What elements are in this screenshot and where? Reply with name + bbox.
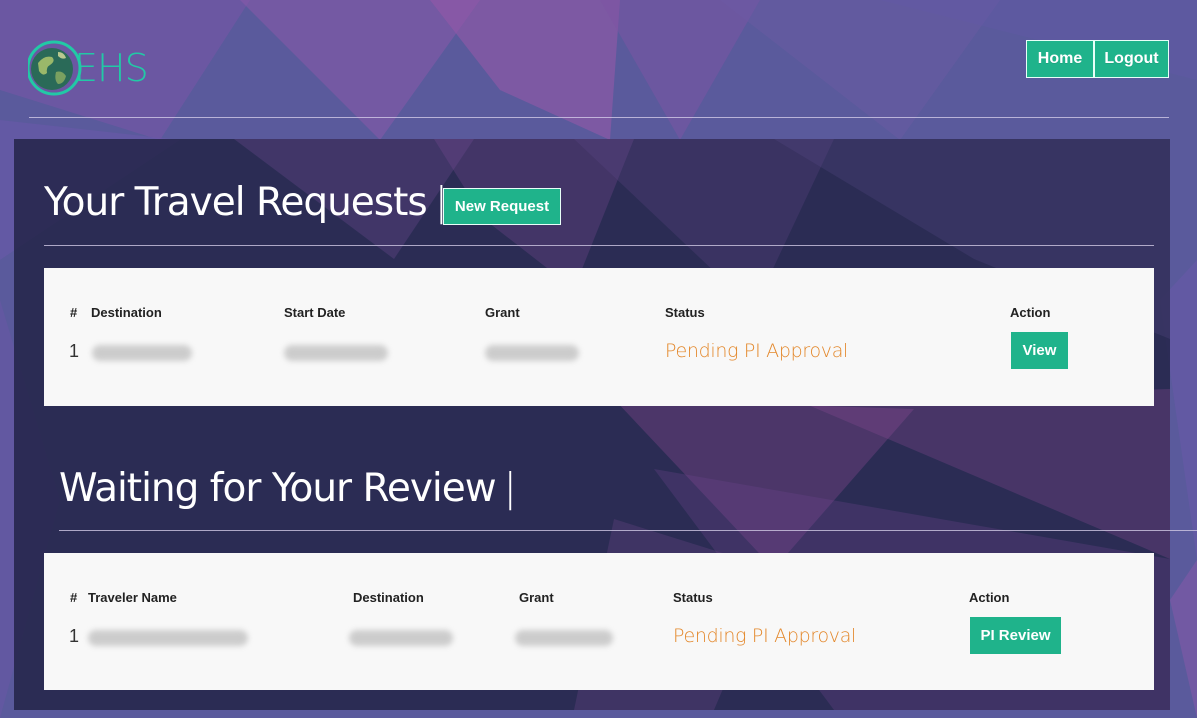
travel-requests-title: Your Travel Requests | [44,180,448,225]
column-header-start-date: Start Date [284,305,346,320]
review-table: # Traveler Name Destination Grant Status… [44,553,1154,690]
top-nav: Home Logout [1026,40,1169,78]
column-header-status: Status [673,590,713,605]
column-header-destination: Destination [91,305,162,320]
redacted-destination [92,345,192,361]
status-text: Pending PI Approval [665,340,849,362]
redacted-destination [349,630,453,646]
travel-requests-title-text: Your Travel Requests [44,180,428,225]
column-header-number: # [70,305,78,320]
section-divider [59,530,1197,531]
status-text: Pending PI Approval [673,625,857,647]
column-header-grant: Grant [485,305,520,320]
column-header-number: # [70,590,78,605]
logout-button[interactable]: Logout [1094,40,1169,78]
section-divider [44,245,1154,246]
column-header-status: Status [665,305,705,320]
row-number: 1 [69,626,80,646]
column-header-action: Action [1010,305,1051,320]
ehs-logo[interactable]: EHS [26,38,149,100]
travel-requests-table: # Destination Start Date Grant Status Ac… [44,268,1154,406]
column-header-grant: Grant [519,590,554,605]
column-header-traveler-name: Traveler Name [88,590,177,605]
pi-review-button[interactable]: PI Review [970,617,1061,654]
header-divider [29,117,1169,118]
column-header-destination: Destination [353,590,424,605]
logo-text: EHS [74,46,149,90]
new-request-button[interactable]: New Request [443,188,561,225]
redacted-grant [515,630,613,646]
title-separator: | [503,466,517,511]
redacted-grant [485,345,579,361]
redacted-traveler-name [88,630,248,646]
row-number: 1 [69,341,80,361]
column-header-action: Action [969,590,1010,605]
home-button[interactable]: Home [1026,40,1094,78]
review-title-text: Waiting for Your Review [59,466,497,511]
view-button[interactable]: View [1011,332,1068,369]
redacted-start-date [284,345,388,361]
review-title: Waiting for Your Review | [59,466,517,511]
